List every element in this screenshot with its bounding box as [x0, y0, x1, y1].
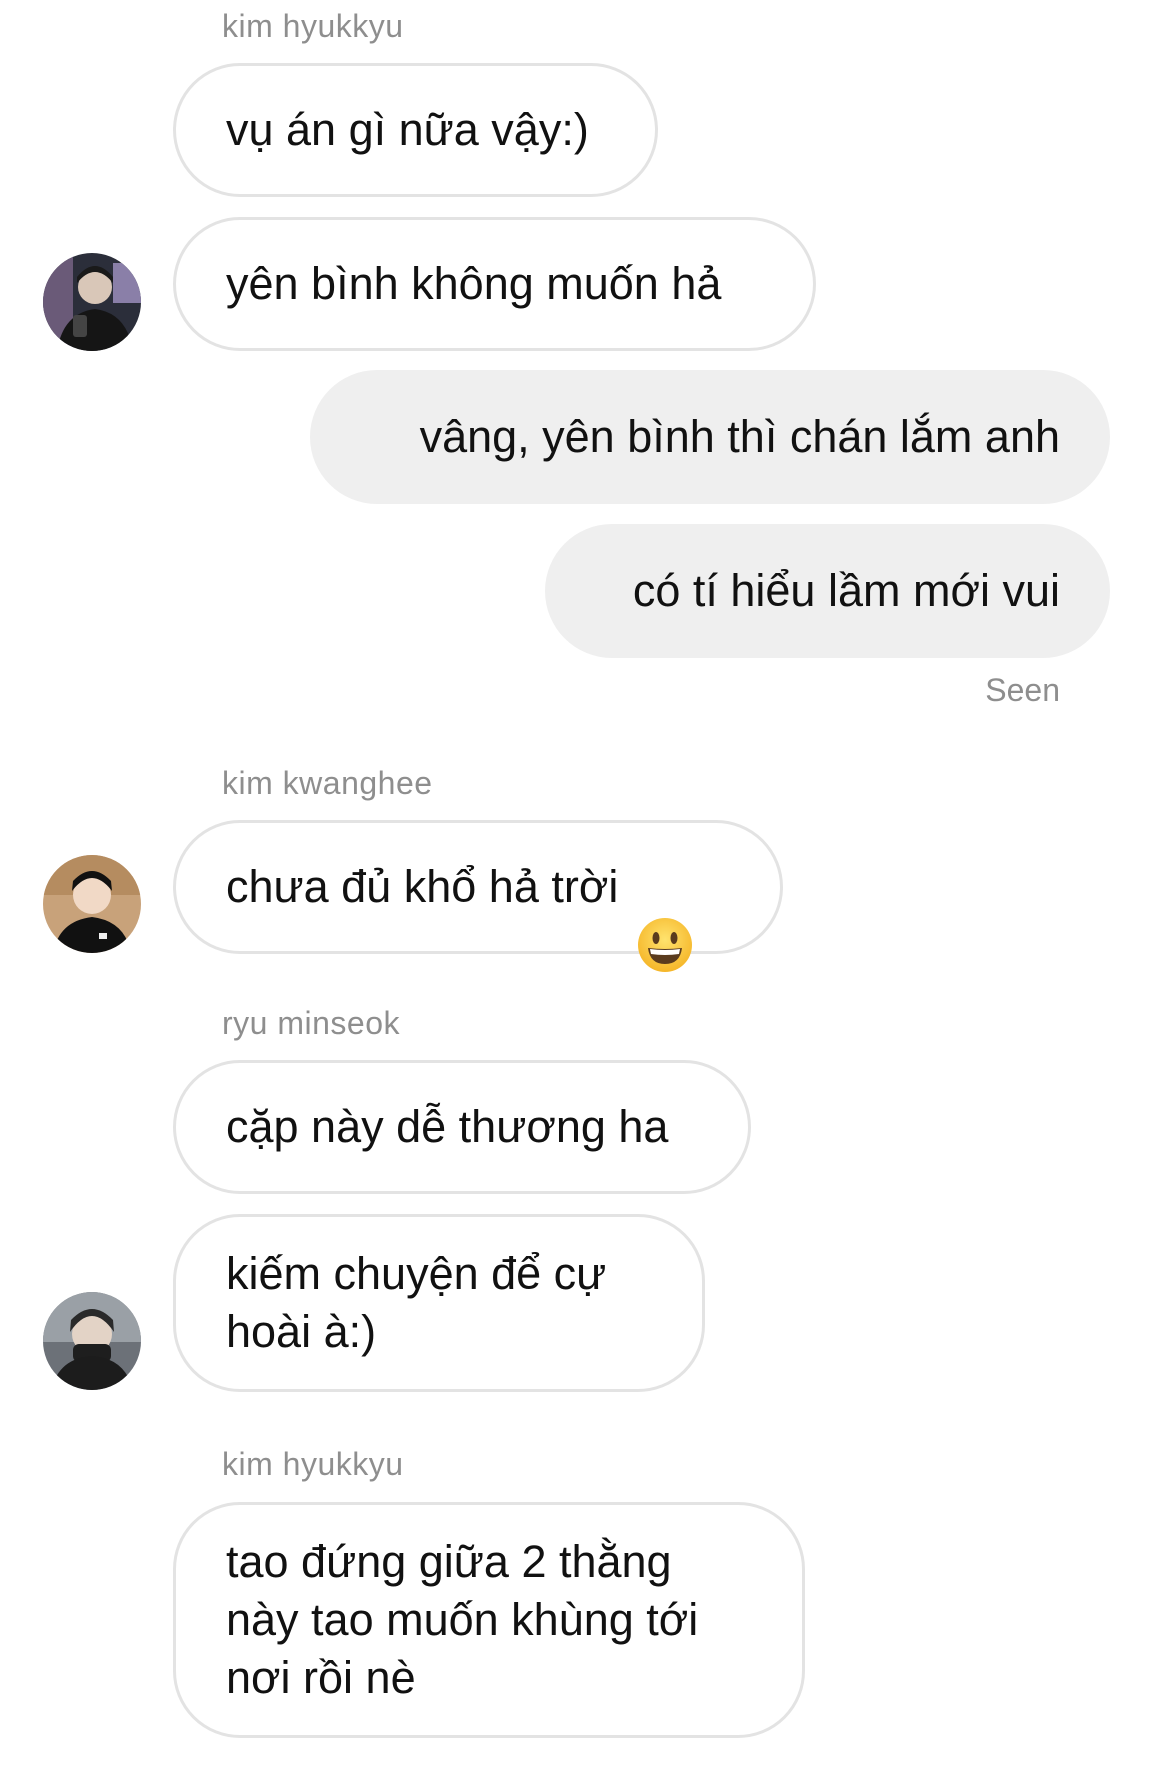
sender-name: kim hyukkyu	[222, 8, 404, 44]
message-bubble[interactable]: kiếm chuyện để cự hoài à:)	[173, 1214, 705, 1392]
message-text: vâng, yên bình thì chán lắm anh	[419, 411, 1060, 462]
message-text: chưa đủ khổ hả trời	[226, 861, 619, 912]
seen-status: Seen	[985, 672, 1060, 708]
sender-name: ryu minseok	[222, 1005, 400, 1041]
sender-name: kim kwanghee	[222, 765, 433, 801]
message-text: có tí hiểu lầm mới vui	[632, 565, 1060, 616]
message-text: tao đứng giữa 2 thằng này tao muốn khùng…	[226, 1536, 699, 1703]
message-bubble[interactable]: vụ án gì nữa vậy:)	[173, 63, 658, 197]
message-bubble[interactable]: tao đứng giữa 2 thằng này tao muốn khùng…	[173, 1502, 805, 1738]
message-text: kiếm chuyện để cự hoài à:)	[226, 1248, 607, 1357]
message-bubble[interactable]: có tí hiểu lầm mới vui	[545, 524, 1110, 658]
avatar[interactable]	[43, 1292, 141, 1390]
message-bubble[interactable]: chưa đủ khổ hả trời	[173, 820, 783, 972]
chat-thread: kim hyukkyu vụ án gì nữa vậy:) yên bình …	[0, 0, 1170, 1769]
message-text: cặp này dễ thương ha	[226, 1101, 669, 1152]
message-bubble[interactable]: yên bình không muốn hả	[173, 217, 816, 351]
avatar[interactable]	[43, 253, 141, 351]
message-text: vụ án gì nữa vậy:)	[226, 104, 589, 155]
message-bubble[interactable]: cặp này dễ thương ha	[173, 1060, 751, 1194]
message-bubble[interactable]: vâng, yên bình thì chán lắm anh	[310, 370, 1110, 504]
avatar[interactable]	[43, 855, 141, 953]
message-text: yên bình không muốn hả	[226, 258, 722, 309]
sender-name: kim hyukkyu	[222, 1446, 404, 1482]
grinning-face-emoji	[636, 858, 694, 972]
